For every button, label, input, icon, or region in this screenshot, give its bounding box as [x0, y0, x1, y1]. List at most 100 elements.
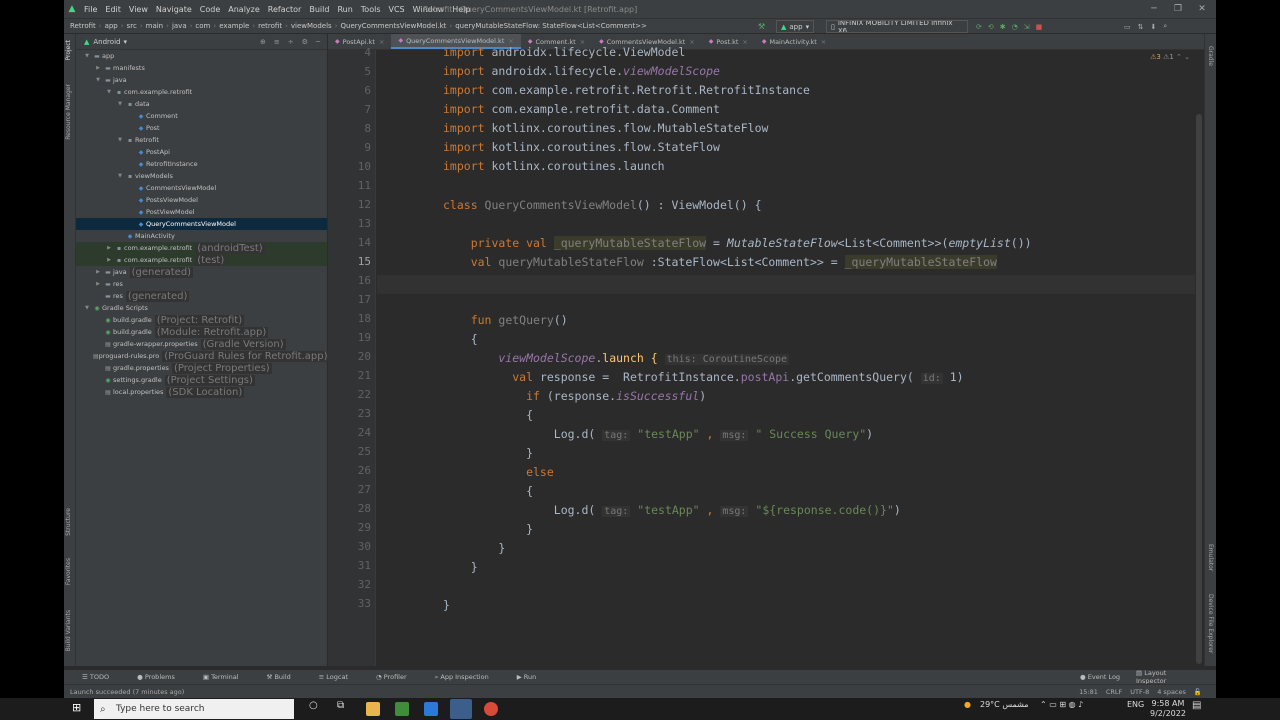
- clock[interactable]: 9:58 AM 9/2/2022: [1150, 699, 1186, 719]
- close-tab-icon[interactable]: ×: [821, 38, 826, 46]
- build-tool-button[interactable]: ⚒ Build: [267, 673, 305, 681]
- project-view-select[interactable]: Android: [93, 38, 120, 46]
- tree-item[interactable]: ▶ ▬ manifests: [76, 62, 327, 74]
- cortana-icon[interactable]: ○: [309, 700, 318, 711]
- tree-item[interactable]: ◉ build.gradle (Module: Retrofit.app): [76, 326, 327, 338]
- tree-item[interactable]: ◉ build.gradle (Project: Retrofit): [76, 314, 327, 326]
- tree-item[interactable]: ▬ res (generated): [76, 290, 327, 302]
- build-variants-tool-button[interactable]: Build Variants: [65, 610, 72, 651]
- tree-item[interactable]: ◆ Post: [76, 122, 327, 134]
- tab-5[interactable]: ◆ MainActivity.kt ×: [755, 34, 833, 49]
- layout-inspector-tool-button[interactable]: ▤ Layout Inspector: [1136, 669, 1202, 685]
- crumb-member[interactable]: queryMutableStateFlow: StateFlow<List<Co…: [455, 22, 647, 30]
- hammer-icon[interactable]: ⚒: [758, 20, 765, 33]
- lock-icon[interactable]: 🔓: [1194, 688, 1202, 696]
- tree-item[interactable]: ◆ Comment: [76, 110, 327, 122]
- tree-item[interactable]: ◆ CommentsViewModel: [76, 182, 327, 194]
- minimize-icon[interactable]: ─: [1142, 0, 1166, 18]
- crumb-app[interactable]: app: [105, 22, 118, 30]
- event-log-tool-button[interactable]: ● Event Log: [1080, 673, 1134, 681]
- chevron-right-icon[interactable]: ▶: [93, 281, 103, 287]
- status-message[interactable]: Launch succeeded (7 minutes ago): [70, 688, 184, 696]
- chevron-down-icon[interactable]: ▼: [115, 101, 125, 107]
- app-inspection-tool-button[interactable]: ⌕ App Inspection: [435, 673, 503, 682]
- chevron-down-icon[interactable]: ▼: [93, 77, 103, 83]
- crumb-viewmodels[interactable]: viewModels: [291, 22, 332, 30]
- favorites-tool-button[interactable]: Favorites: [65, 558, 72, 585]
- sdk-manager-icon[interactable]: ⬇: [1151, 23, 1157, 31]
- tree-item[interactable]: ▶ ▪ com.example.retrofit (androidTest): [76, 242, 327, 254]
- rerun-icon[interactable]: ⟲: [988, 23, 994, 31]
- run-config-select[interactable]: ▲ app ▾: [776, 20, 815, 33]
- chevron-right-icon[interactable]: ▶: [104, 257, 114, 263]
- stop-icon[interactable]: ■: [1036, 23, 1043, 31]
- tree-item[interactable]: ▶ ▬ java (generated): [76, 266, 327, 278]
- tree-item[interactable]: ▼ ▬ app: [76, 50, 327, 62]
- expand-icon[interactable]: ÷: [288, 38, 294, 46]
- line-separator[interactable]: CRLF: [1106, 688, 1122, 696]
- notification-icon[interactable]: ▤: [1192, 700, 1201, 711]
- chrome-icon[interactable]: [484, 702, 498, 716]
- apply-changes-icon[interactable]: ⟳: [976, 23, 982, 31]
- tree-item[interactable]: ▶ ▪ com.example.retrofit (test): [76, 254, 327, 266]
- chevron-right-icon[interactable]: ▶: [93, 65, 103, 71]
- tree-item[interactable]: ▶ ▬ res: [76, 278, 327, 290]
- resource-manager-tool-button[interactable]: Resource Manager: [65, 84, 72, 140]
- crumb-src[interactable]: src: [127, 22, 137, 30]
- chevron-down-icon[interactable]: ▼: [82, 53, 92, 59]
- file-encoding[interactable]: UTF-8: [1130, 688, 1149, 696]
- tree-item[interactable]: ◆ MainActivity: [76, 230, 327, 242]
- tree-item[interactable]: ▼ ▪ Retrofit: [76, 134, 327, 146]
- chevron-down-icon[interactable]: ▼: [115, 137, 125, 143]
- menu-file[interactable]: File: [80, 5, 101, 14]
- menu-view[interactable]: View: [125, 5, 152, 14]
- windows-start-icon[interactable]: ⊞: [72, 701, 81, 714]
- chevron-right-icon[interactable]: ▶: [93, 269, 103, 275]
- menu-analyze[interactable]: Analyze: [224, 5, 264, 14]
- todo-tool-button[interactable]: ☰ TODO: [82, 673, 123, 681]
- crumb-retrofit[interactable]: retrofit: [258, 22, 282, 30]
- locate-icon[interactable]: ⊕: [260, 38, 266, 46]
- language-indicator[interactable]: ENG: [1127, 700, 1144, 709]
- crumb-project[interactable]: Retrofit: [70, 22, 96, 30]
- device-manager-icon[interactable]: ▭: [1124, 23, 1131, 31]
- logcat-tool-button[interactable]: ≡ Logcat: [319, 673, 362, 681]
- crumb-file[interactable]: QueryCommentsViewModel.kt: [341, 22, 447, 30]
- code-area[interactable]: import androidx.lifecycle.ViewModel impo…: [443, 45, 1193, 666]
- tree-item[interactable]: ◆ PostApi: [76, 146, 327, 158]
- tree-item[interactable]: ▤ proguard-rules.pro (ProGuard Rules for R…: [76, 350, 330, 362]
- tree-item[interactable]: ▼ ▪ com.example.retrofit: [76, 86, 327, 98]
- tree-item[interactable]: ◆ QueryCommentsViewModel: [76, 218, 327, 230]
- crumb-com[interactable]: com: [195, 22, 210, 30]
- menu-vcs[interactable]: VCS: [385, 5, 409, 14]
- device-file-explorer-tool-button[interactable]: Device File Explorer: [1207, 594, 1214, 653]
- mail-icon[interactable]: [424, 702, 438, 716]
- maximize-icon[interactable]: ❐: [1166, 0, 1190, 18]
- crumb-example[interactable]: example: [219, 22, 249, 30]
- tray-icons[interactable]: ⌃ ▭ ⊞ ◍ ♪: [1040, 700, 1083, 709]
- sync-gradle-icon[interactable]: ⇅: [1138, 23, 1144, 31]
- menu-refactor[interactable]: Refactor: [264, 5, 306, 14]
- project-tool-button[interactable]: Project: [65, 40, 72, 61]
- menu-build[interactable]: Build: [305, 5, 333, 14]
- tab-4[interactable]: ◆ Post.kt ×: [702, 34, 755, 49]
- crumb-main[interactable]: main: [146, 22, 164, 30]
- menu-navigate[interactable]: Navigate: [152, 5, 196, 14]
- chevron-down-icon[interactable]: ▼: [82, 305, 92, 311]
- crumb-java[interactable]: java: [172, 22, 187, 30]
- store-icon[interactable]: [395, 702, 409, 716]
- file-explorer-icon[interactable]: [366, 702, 380, 716]
- hide-icon[interactable]: ─: [316, 38, 320, 46]
- terminal-tool-button[interactable]: ▣ Terminal: [203, 673, 253, 681]
- tree-item[interactable]: ◆ RetrofitInstance: [76, 158, 327, 170]
- weather-text[interactable]: 29°C مشمس: [980, 700, 1029, 709]
- menu-edit[interactable]: Edit: [101, 5, 125, 14]
- taskbar-search-input[interactable]: ⌕ Type here to search: [94, 699, 294, 719]
- run-tool-button[interactable]: ▶ Run: [517, 673, 551, 681]
- emulator-tool-button[interactable]: Emulator: [1207, 544, 1214, 571]
- chevron-right-icon[interactable]: ▶: [104, 245, 114, 251]
- close-tab-icon[interactable]: ×: [689, 38, 694, 46]
- tree-item[interactable]: ▼ ▪ viewModels: [76, 170, 327, 182]
- search-everywhere-icon[interactable]: ⌕: [1163, 22, 1167, 31]
- debug-icon[interactable]: ✱: [1000, 23, 1006, 31]
